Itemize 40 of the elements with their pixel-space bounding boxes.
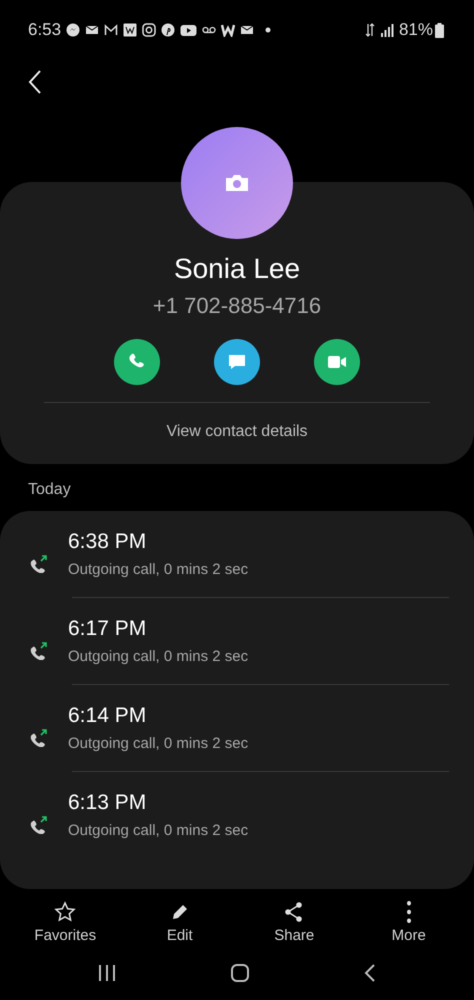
call-time: 6:14 PM: [68, 702, 148, 729]
star-icon: [54, 900, 76, 923]
call-time: 6:13 PM: [68, 790, 148, 816]
favorite-action[interactable]: Favorites: [34, 926, 96, 944]
signal-icon: [380, 23, 394, 38]
more-action[interactable]: More: [392, 926, 426, 944]
battery-icon: [435, 22, 444, 38]
edit-action[interactable]: Edit: [166, 926, 193, 944]
call-detail: Outgoing call, 0 mins 2 sec: [68, 648, 248, 665]
contact-name: Sonia Lee: [174, 252, 300, 286]
home-icon[interactable]: [230, 963, 250, 983]
call-detail: Outgoing call, 0 mins 2 sec: [68, 822, 248, 839]
view-details-link[interactable]: View contact details: [166, 422, 308, 441]
battery-level: 81%: [398, 20, 433, 40]
video-play-icon: [180, 23, 198, 38]
more-icon: [406, 900, 411, 923]
instagram-icon: [142, 23, 156, 38]
recent-apps-icon[interactable]: [96, 964, 117, 982]
call-detail: Outgoing call, 0 mins 2 sec: [68, 734, 248, 752]
message-button[interactable]: [214, 338, 260, 385]
app-icon: [221, 23, 236, 38]
status-time: 6:53: [28, 20, 62, 40]
gmail-icon: [104, 23, 118, 38]
call-detail: Outgoing call, 0 mins 2 sec: [68, 560, 248, 578]
app-icon: [123, 23, 138, 38]
dot-icon: [265, 27, 272, 34]
outgoing-call-icon: [30, 554, 47, 573]
phone-number: +1 702-885-4716: [152, 292, 322, 320]
call-time: 6:38 PM: [68, 528, 148, 555]
outgoing-call-icon: [30, 642, 47, 660]
outgoing-call-icon: [30, 728, 47, 747]
section-heading: Today: [28, 480, 72, 500]
video-call-button[interactable]: [314, 338, 360, 385]
outgoing-call-icon: [30, 816, 47, 834]
back-icon[interactable]: [363, 963, 378, 983]
data-icon: [364, 22, 375, 38]
camera-icon: [225, 174, 249, 192]
call-time: 6:17 PM: [68, 616, 148, 642]
share-action[interactable]: Share: [274, 926, 314, 944]
call-button[interactable]: [114, 338, 160, 385]
